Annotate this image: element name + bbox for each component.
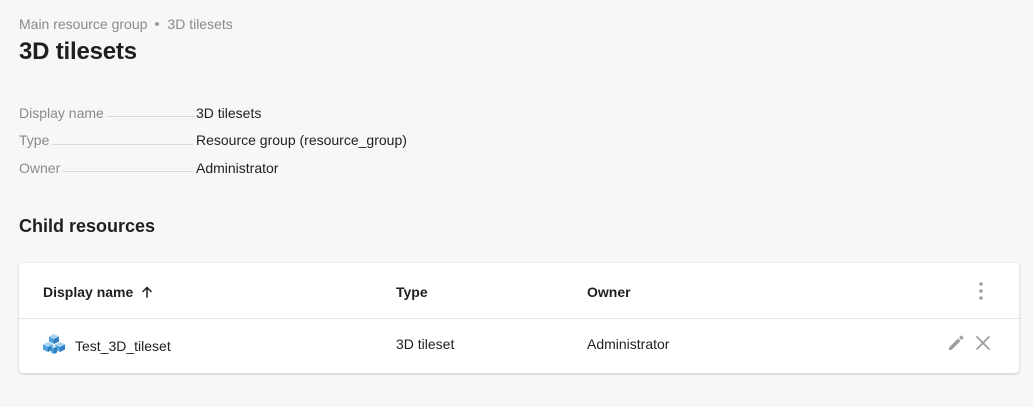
- property-leader: [63, 171, 193, 173]
- resource-type: 3D tileset: [396, 336, 455, 352]
- property-value: 3D tilesets: [196, 104, 262, 121]
- more-vertical-icon[interactable]: [973, 281, 989, 301]
- column-header-label: Type: [396, 284, 428, 300]
- breadcrumb: Main resource group 3D tilesets: [19, 16, 233, 32]
- property-value: Administrator: [196, 159, 279, 176]
- property-leader: [106, 116, 193, 118]
- property-value: Resource group (resource_group): [196, 132, 407, 149]
- close-icon: [976, 336, 990, 350]
- child-resources-title: Child resources: [19, 216, 156, 236]
- property-row-display-name: Display name 3D tilesets: [19, 99, 519, 127]
- row-actions: [939, 333, 993, 353]
- property-key-container: Type: [19, 132, 196, 148]
- property-key: Owner: [19, 159, 61, 176]
- edit-button[interactable]: [946, 333, 966, 353]
- table-header: Display name Type Owner: [19, 263, 1019, 319]
- column-header-owner[interactable]: Owner: [587, 284, 631, 300]
- cell-display-name: Test_3D_tileset: [42, 334, 171, 356]
- cell-type: 3D tileset: [396, 336, 454, 352]
- resource-owner: Administrator: [587, 336, 670, 352]
- property-leader: [52, 143, 193, 145]
- child-resources-table: Display name Type Owner Test_3D_tileset …: [19, 263, 1019, 373]
- breadcrumb-separator: [155, 22, 160, 26]
- 3d-tileset-icon: [43, 334, 65, 354]
- resource-name-link[interactable]: Test_3D_tileset: [75, 338, 171, 354]
- properties-list: Display name 3D tilesets Type Resource g…: [19, 99, 519, 182]
- property-row-type: Type Resource group (resource_group): [19, 127, 519, 155]
- delete-button[interactable]: [973, 333, 993, 353]
- resource-page: Main resource group 3D tilesets 3D tiles…: [0, 0, 1033, 407]
- property-key: Type: [19, 132, 50, 149]
- property-row-owner: Owner Administrator: [19, 154, 519, 182]
- column-header-type[interactable]: Type: [396, 284, 428, 300]
- cell-owner: Administrator: [587, 336, 669, 352]
- column-header-label: Display name: [43, 284, 134, 300]
- table-row[interactable]: Test_3D_tileset 3D tileset Administrator: [19, 319, 1019, 373]
- page-title: 3D tilesets: [19, 38, 137, 65]
- property-key: Display name: [19, 104, 104, 121]
- column-header-display-name[interactable]: Display name: [43, 284, 153, 300]
- breadcrumb-item-main-resource-group[interactable]: Main resource group: [19, 16, 147, 32]
- property-key-container: Owner: [19, 160, 196, 176]
- breadcrumb-item-current: 3D tilesets: [167, 16, 233, 32]
- column-header-label: Owner: [587, 284, 631, 300]
- property-key-container: Display name: [19, 105, 196, 121]
- edit-icon: [949, 335, 964, 350]
- arrow-up-icon: [142, 286, 153, 298]
